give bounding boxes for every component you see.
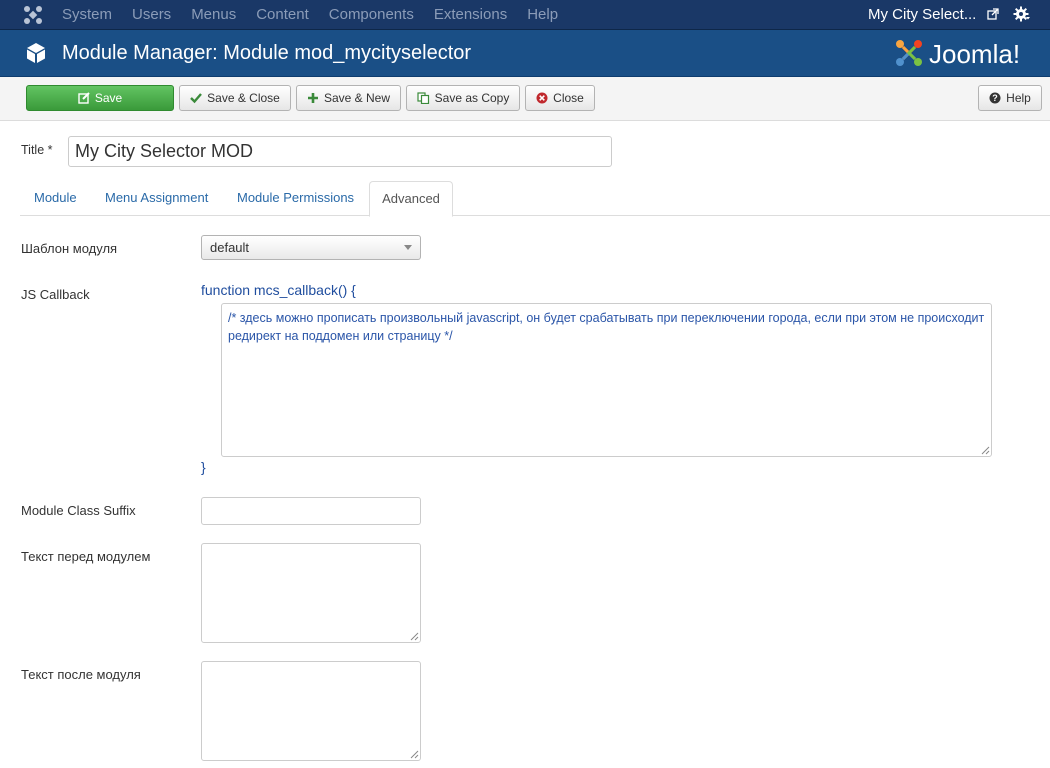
suffix-input[interactable] [201, 497, 421, 525]
tab-advanced[interactable]: Advanced [369, 181, 453, 217]
menu-extensions[interactable]: Extensions [434, 0, 507, 30]
external-link-icon [986, 8, 999, 20]
help-label: Help [1006, 91, 1031, 105]
close-label: Close [553, 91, 584, 105]
main-menu: System Users Menus Content Components Ex… [62, 0, 578, 30]
question-circle-icon: ? [989, 92, 1001, 104]
site-link[interactable]: My City Select... [868, 0, 999, 30]
menu-components[interactable]: Components [329, 0, 414, 30]
title-label: Title * [21, 143, 53, 157]
before-text [202, 544, 420, 554]
chevron-down-icon [404, 245, 412, 250]
menu-users[interactable]: Users [132, 0, 171, 30]
template-select-value: default [210, 240, 250, 255]
page-header: Module Manager: Module mod_mycityselecto… [0, 30, 1050, 77]
save-new-button[interactable]: Save & New [296, 85, 401, 111]
plus-icon [307, 93, 318, 103]
before-label: Текст перед модулем [21, 549, 151, 564]
tab-module[interactable]: Module [34, 181, 77, 216]
js-function-open: function mcs_callback() { [201, 282, 356, 298]
svg-text:Joomla!: Joomla! [929, 39, 1020, 69]
check-icon [190, 93, 203, 104]
svg-text:?: ? [992, 93, 998, 103]
menu-system[interactable]: System [62, 0, 112, 30]
page-title: Module Manager: Module mod_mycityselecto… [62, 42, 472, 64]
js-callback-text: /* здесь можно прописать произвольный ja… [228, 311, 985, 343]
tab-menu-assignment[interactable]: Menu Assignment [105, 181, 208, 216]
save-copy-button[interactable]: Save as Copy [406, 85, 520, 111]
after-text [202, 662, 420, 672]
tab-bar: Module Menu Assignment Module Permission… [20, 181, 1050, 217]
after-textarea[interactable] [201, 661, 421, 761]
before-textarea[interactable] [201, 543, 421, 643]
js-callback-label: JS Callback [21, 287, 90, 302]
site-link-label: My City Select... [868, 6, 977, 23]
menu-help[interactable]: Help [527, 0, 558, 30]
save-close-label: Save & Close [207, 91, 280, 105]
gear-icon[interactable] [1013, 6, 1031, 24]
js-callback-textarea[interactable]: /* здесь можно прописать произвольный ja… [221, 303, 992, 457]
save-copy-label: Save as Copy [434, 91, 510, 105]
save-button[interactable]: Save [26, 85, 174, 111]
save-new-label: Save & New [323, 91, 391, 105]
menu-content[interactable]: Content [256, 0, 309, 30]
close-button[interactable]: Close [525, 85, 595, 111]
title-input[interactable]: My City Selector MOD [68, 136, 612, 167]
resize-grip-icon[interactable] [981, 446, 990, 455]
template-label: Шаблон модуля [21, 241, 118, 256]
help-button[interactable]: ? Help [978, 85, 1042, 111]
joomla-logo-icon[interactable] [22, 4, 44, 26]
copy-icon [417, 92, 429, 104]
toolbar: Save Save & Close Save & New Save as Cop… [0, 77, 1050, 121]
suffix-label: Module Class Suffix [21, 503, 136, 518]
joomla-brand-logo: Joomla! [896, 39, 1020, 69]
menu-menus[interactable]: Menus [191, 0, 236, 30]
tab-module-permissions[interactable]: Module Permissions [237, 181, 354, 216]
cube-icon [27, 43, 45, 63]
close-circle-icon [536, 92, 548, 104]
template-select[interactable]: default [201, 235, 421, 260]
resize-grip-icon[interactable] [410, 632, 419, 641]
save-close-button[interactable]: Save & Close [179, 85, 291, 111]
save-label: Save [94, 91, 123, 105]
resize-grip-icon[interactable] [410, 750, 419, 759]
top-navbar: System Users Menus Content Components Ex… [0, 0, 1050, 30]
edit-icon [78, 92, 90, 104]
js-function-close: } [201, 459, 206, 475]
after-label: Текст после модуля [21, 667, 141, 682]
